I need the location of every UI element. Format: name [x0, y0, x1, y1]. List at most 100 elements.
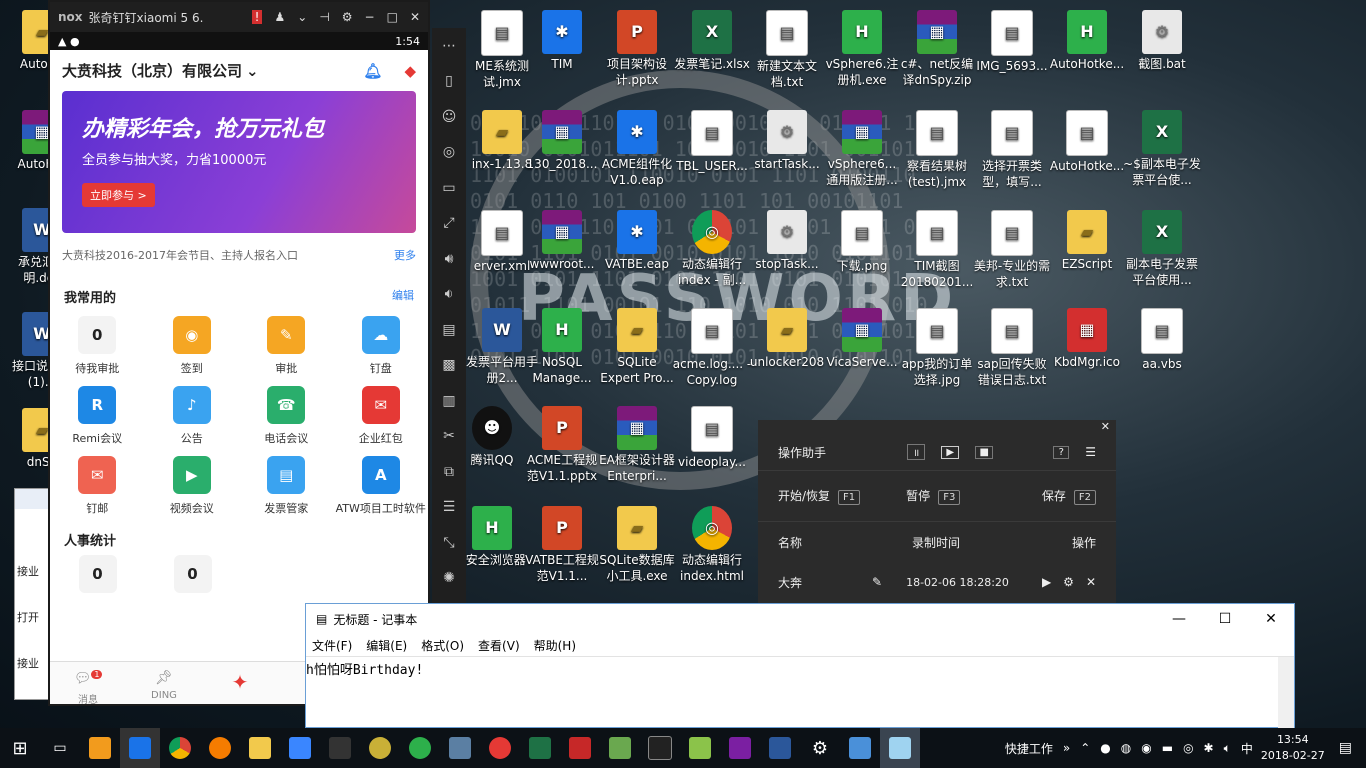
- recording-row[interactable]: 大奔 ✎ 18-02-06 18:28:20 ▶ ⚙ ✕: [758, 562, 1116, 602]
- desktop-icon[interactable]: ▰ SQLite数据库小工具.exe: [597, 506, 677, 584]
- desktop-icon[interactable]: ▤ AutoHotke...: [1047, 110, 1127, 174]
- desktop-icon[interactable]: ▦ KbdMgr.ico: [1047, 308, 1127, 370]
- desktop-icon[interactable]: X 发票笔记.xlsx: [672, 10, 752, 72]
- close-icon[interactable]: ✕: [758, 420, 1116, 434]
- desktop-icon[interactable]: ▤ 察看结果树(test).jmx: [897, 110, 977, 190]
- taskbar-app[interactable]: [520, 728, 560, 768]
- taskbar-app[interactable]: [200, 728, 240, 768]
- desktop-icon[interactable]: H NoSQL Manage...: [522, 308, 602, 386]
- favorite-app[interactable]: ✎ 审批: [239, 316, 334, 376]
- favorite-app[interactable]: R Remi会议: [50, 386, 145, 446]
- desktop-icon[interactable]: P VATBE工程规范V1.1...: [522, 506, 602, 584]
- robot-icon[interactable]: ☺: [432, 99, 466, 135]
- pause-action[interactable]: 暂停 F3: [906, 487, 961, 505]
- desktop-icon[interactable]: ▰ unlocker208: [747, 308, 827, 370]
- desktop-icon[interactable]: ▤ videoplay...: [672, 406, 752, 470]
- desktop-icon[interactable]: ▰ SQLite Expert Pro...: [597, 308, 677, 386]
- maximize-button[interactable]: ☐: [1202, 611, 1248, 627]
- input-method-indicator[interactable]: 中: [1241, 740, 1253, 757]
- org-selector[interactable]: 大贲科技（北京）有限公司 ⌄ 🔔︎ ◆: [50, 50, 428, 91]
- favorites-edit-link[interactable]: 编辑: [392, 287, 414, 306]
- volume-down-icon[interactable]: 🔉︎: [432, 277, 466, 313]
- desktop-icon[interactable]: ▦ EA框架设计器Enterpri...: [597, 406, 677, 484]
- save-action[interactable]: 保存 F2: [1042, 487, 1096, 505]
- taskbar-app[interactable]: [600, 728, 640, 768]
- chevron-up-icon[interactable]: ⌃: [1080, 741, 1090, 755]
- desktop-icon[interactable]: ◎ 动态编辑行index - 副...: [672, 210, 752, 288]
- notepad-menu-item[interactable]: 编辑(E): [366, 637, 407, 654]
- more-icon[interactable]: ⋯: [432, 28, 466, 64]
- edit-icon[interactable]: ✎: [872, 575, 882, 589]
- close-button[interactable]: ✕: [1248, 611, 1294, 627]
- taskbar-app[interactable]: [400, 728, 440, 768]
- desktop-icon[interactable]: ✱ ACME组件化V1.0.eap: [597, 110, 677, 188]
- keyboard-icon[interactable]: ▭: [432, 170, 466, 206]
- tray-network-icon[interactable]: ◍: [1121, 741, 1131, 755]
- notepad-menu-item[interactable]: 查看(V): [478, 637, 520, 654]
- desktop-icon[interactable]: ▤ aa.vbs: [1122, 308, 1202, 372]
- hr-stat-1[interactable]: 0: [50, 555, 145, 599]
- desktop-icon[interactable]: ▤ 下载.png: [822, 210, 902, 274]
- desktop-icon[interactable]: H AutoHotke...: [1047, 10, 1127, 72]
- chevron-down-icon[interactable]: ⌄: [297, 10, 307, 24]
- desktop-icon[interactable]: ▤ IMG_5693...: [972, 10, 1052, 74]
- tray-tim-icon[interactable]: ●: [1100, 741, 1110, 755]
- taskbar-app[interactable]: [280, 728, 320, 768]
- phone-icon[interactable]: ▯: [432, 64, 466, 100]
- start-button[interactable]: ⊞: [0, 728, 40, 768]
- multi-window-icon[interactable]: ⧉: [432, 454, 466, 490]
- desktop-icon[interactable]: ▦ vSphere6...通用版注册...: [822, 110, 902, 188]
- shake-icon[interactable]: ▥: [432, 383, 466, 419]
- list-icon[interactable]: ☰: [1085, 445, 1096, 459]
- taskbar-app[interactable]: [480, 728, 520, 768]
- fullscreen-icon[interactable]: ⤢: [432, 206, 466, 242]
- gear-icon[interactable]: ⚙: [342, 10, 353, 24]
- tray-speaker-icon[interactable]: 🔈︎: [1224, 741, 1231, 756]
- maximize-icon[interactable]: □: [387, 10, 398, 24]
- desktop-icon[interactable]: X 副本电子发票平台使用...: [1122, 210, 1202, 288]
- join-button[interactable]: 立即参与 >: [82, 183, 155, 207]
- desktop-icon[interactable]: ✱ VATBE.eap: [597, 210, 677, 272]
- tray-tim2-icon[interactable]: ✱: [1204, 741, 1214, 755]
- favorite-app[interactable]: ✉ 企业红包: [334, 386, 429, 446]
- desktop-icon[interactable]: ▤ 新建文本文档.txt: [747, 10, 827, 90]
- start-resume-action[interactable]: 开始/恢复 F1: [778, 487, 861, 505]
- desktop-icon[interactable]: ▦ wwwroot...: [522, 210, 602, 272]
- favorite-app[interactable]: ◉ 签到: [145, 316, 240, 376]
- taskbar-app[interactable]: [640, 728, 680, 768]
- delete-icon[interactable]: ✕: [1086, 575, 1096, 589]
- bell-icon[interactable]: 🔔︎: [363, 62, 382, 80]
- desktop-icon[interactable]: P 项目架构设计.pptx: [597, 10, 677, 88]
- favorite-app[interactable]: ▤ 发票管家: [239, 456, 334, 516]
- desktop-icon[interactable]: ⚙ 截图.bat: [1122, 10, 1202, 72]
- desktop-icon[interactable]: ▦ VicaServe...: [822, 308, 902, 370]
- taskbar-app[interactable]: [680, 728, 720, 768]
- help-icon[interactable]: ?: [1053, 445, 1070, 459]
- minimize-button[interactable]: —: [1156, 611, 1202, 627]
- tab-ding[interactable]: 📌︎ DING: [126, 662, 202, 704]
- desktop-icon[interactable]: ⚙ startTask...: [747, 110, 827, 172]
- app-logo-icon[interactable]: ◆: [404, 62, 416, 80]
- taskbar-app[interactable]: [240, 728, 280, 768]
- desktop-icon[interactable]: ▦ c#、net反编译dnSpy.zip: [897, 10, 977, 88]
- location-icon[interactable]: ◎: [432, 135, 466, 171]
- volume-up-icon[interactable]: 🔊︎: [432, 241, 466, 277]
- desktop-icon[interactable]: ✱ TIM: [522, 10, 602, 72]
- taskbar-app[interactable]: [120, 728, 160, 768]
- background-window[interactable]: 接业 打开 接业: [14, 488, 52, 700]
- shirt-icon[interactable]: ♟: [274, 10, 285, 24]
- emulator-titlebar[interactable]: nox 张奇钉钉xiaomi 5 6. ! ♟ ⌄ ⊣ ⚙ − □ ✕: [50, 2, 428, 32]
- desktop-icon[interactable]: ▤ 选择开票类型，填写...: [972, 110, 1052, 190]
- favorite-app[interactable]: A ATW项目工时软件: [334, 456, 429, 516]
- tab-home[interactable]: ✦: [202, 662, 278, 704]
- tray-battery-icon[interactable]: ▬: [1162, 741, 1173, 755]
- notepad-menu-item[interactable]: 文件(F): [312, 637, 352, 654]
- desktop-icon[interactable]: P ACME工程规范V1.1.pptx: [522, 406, 602, 484]
- apk-icon[interactable]: ▤: [432, 312, 466, 348]
- screenshot-icon[interactable]: ▩: [432, 348, 466, 384]
- desktop-icon[interactable]: ▤ TBL_USER...: [672, 110, 752, 174]
- notice-more-link[interactable]: 更多: [394, 247, 416, 263]
- clock[interactable]: 13:54 2018-02-27: [1261, 732, 1325, 764]
- hr-stat-2[interactable]: 0: [145, 555, 240, 599]
- taskbar-app[interactable]: [160, 728, 200, 768]
